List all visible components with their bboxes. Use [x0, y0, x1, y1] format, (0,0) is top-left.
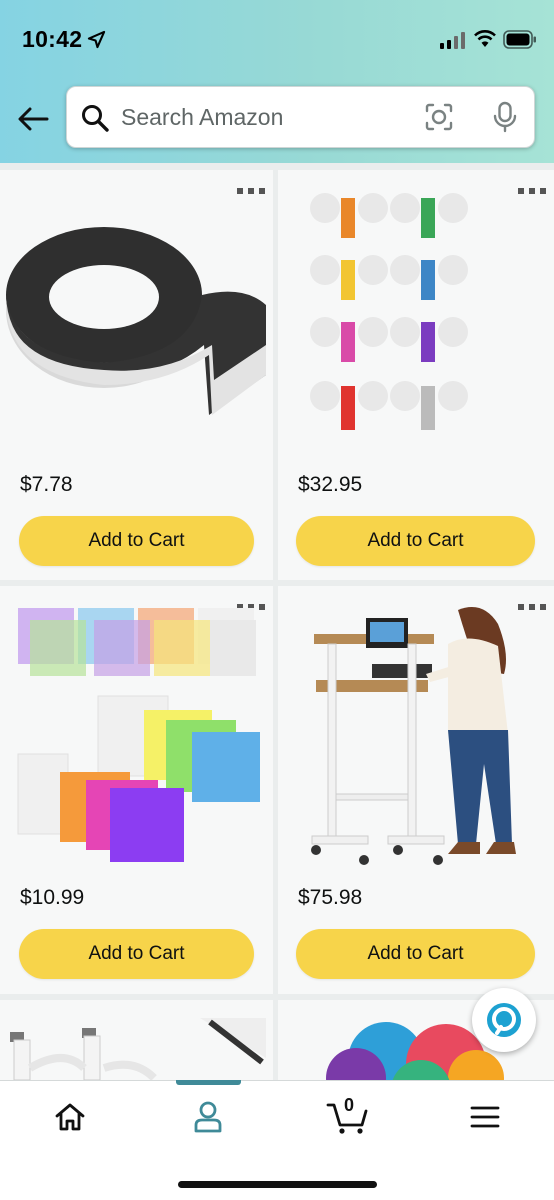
- search-input[interactable]: [121, 87, 411, 147]
- status-time: 10:42: [22, 26, 83, 52]
- location-arrow-icon: [87, 30, 106, 49]
- back-arrow-icon: [18, 107, 49, 131]
- microphone-icon[interactable]: [491, 101, 519, 133]
- product-image[interactable]: [303, 190, 528, 460]
- product-image[interactable]: [4, 1018, 266, 1080]
- cart-count: 0: [343, 1095, 354, 1115]
- add-to-cart-button[interactable]: Add to Cart: [19, 516, 254, 566]
- bottom-navigation: 0: [0, 1080, 554, 1200]
- home-icon: [55, 1103, 85, 1131]
- cellular-signal-icon: [440, 32, 465, 49]
- product-image[interactable]: [308, 604, 523, 874]
- product-card[interactable]: $75.98 Add to Cart: [278, 586, 554, 994]
- add-to-cart-button[interactable]: Add to Cart: [296, 516, 535, 566]
- add-to-cart-button[interactable]: Add to Cart: [19, 929, 254, 979]
- product-image[interactable]: [14, 604, 264, 864]
- wifi-icon: [474, 30, 496, 47]
- product-price: $7.78: [20, 473, 73, 496]
- alexa-button[interactable]: [472, 988, 536, 1052]
- product-image[interactable]: [4, 225, 269, 420]
- camera-search-icon[interactable]: [424, 102, 454, 132]
- more-options-icon[interactable]: [237, 186, 265, 196]
- battery-icon: [503, 30, 536, 49]
- search-icon: [82, 105, 109, 132]
- product-card[interactable]: $10.99 Add to Cart: [0, 586, 273, 994]
- home-indicator: [178, 1181, 377, 1188]
- product-card[interactable]: $32.95 Add to Cart: [278, 170, 554, 580]
- product-card[interactable]: [0, 1000, 273, 1080]
- account-icon: [194, 1101, 222, 1133]
- nav-home[interactable]: [40, 1097, 100, 1137]
- add-to-cart-button[interactable]: Add to Cart: [296, 929, 535, 979]
- header: 10:42: [0, 0, 554, 163]
- earbud-pair: [310, 193, 468, 238]
- nav-account[interactable]: [178, 1097, 238, 1137]
- product-price: $32.95: [298, 473, 363, 496]
- product-grid: $7.78 Add to Cart $32.95 Add to Cart $10…: [0, 170, 554, 1080]
- status-bar: 10:42: [0, 0, 554, 80]
- alexa-icon: [487, 1003, 521, 1037]
- search-bar[interactable]: [66, 86, 535, 148]
- active-tab-indicator: [176, 1080, 241, 1085]
- nav-menu[interactable]: [455, 1097, 515, 1137]
- back-button[interactable]: [14, 100, 52, 138]
- menu-icon: [470, 1106, 500, 1128]
- product-price: $10.99: [20, 886, 85, 909]
- product-card[interactable]: $7.78 Add to Cart: [0, 170, 273, 580]
- product-price: $75.98: [298, 886, 363, 909]
